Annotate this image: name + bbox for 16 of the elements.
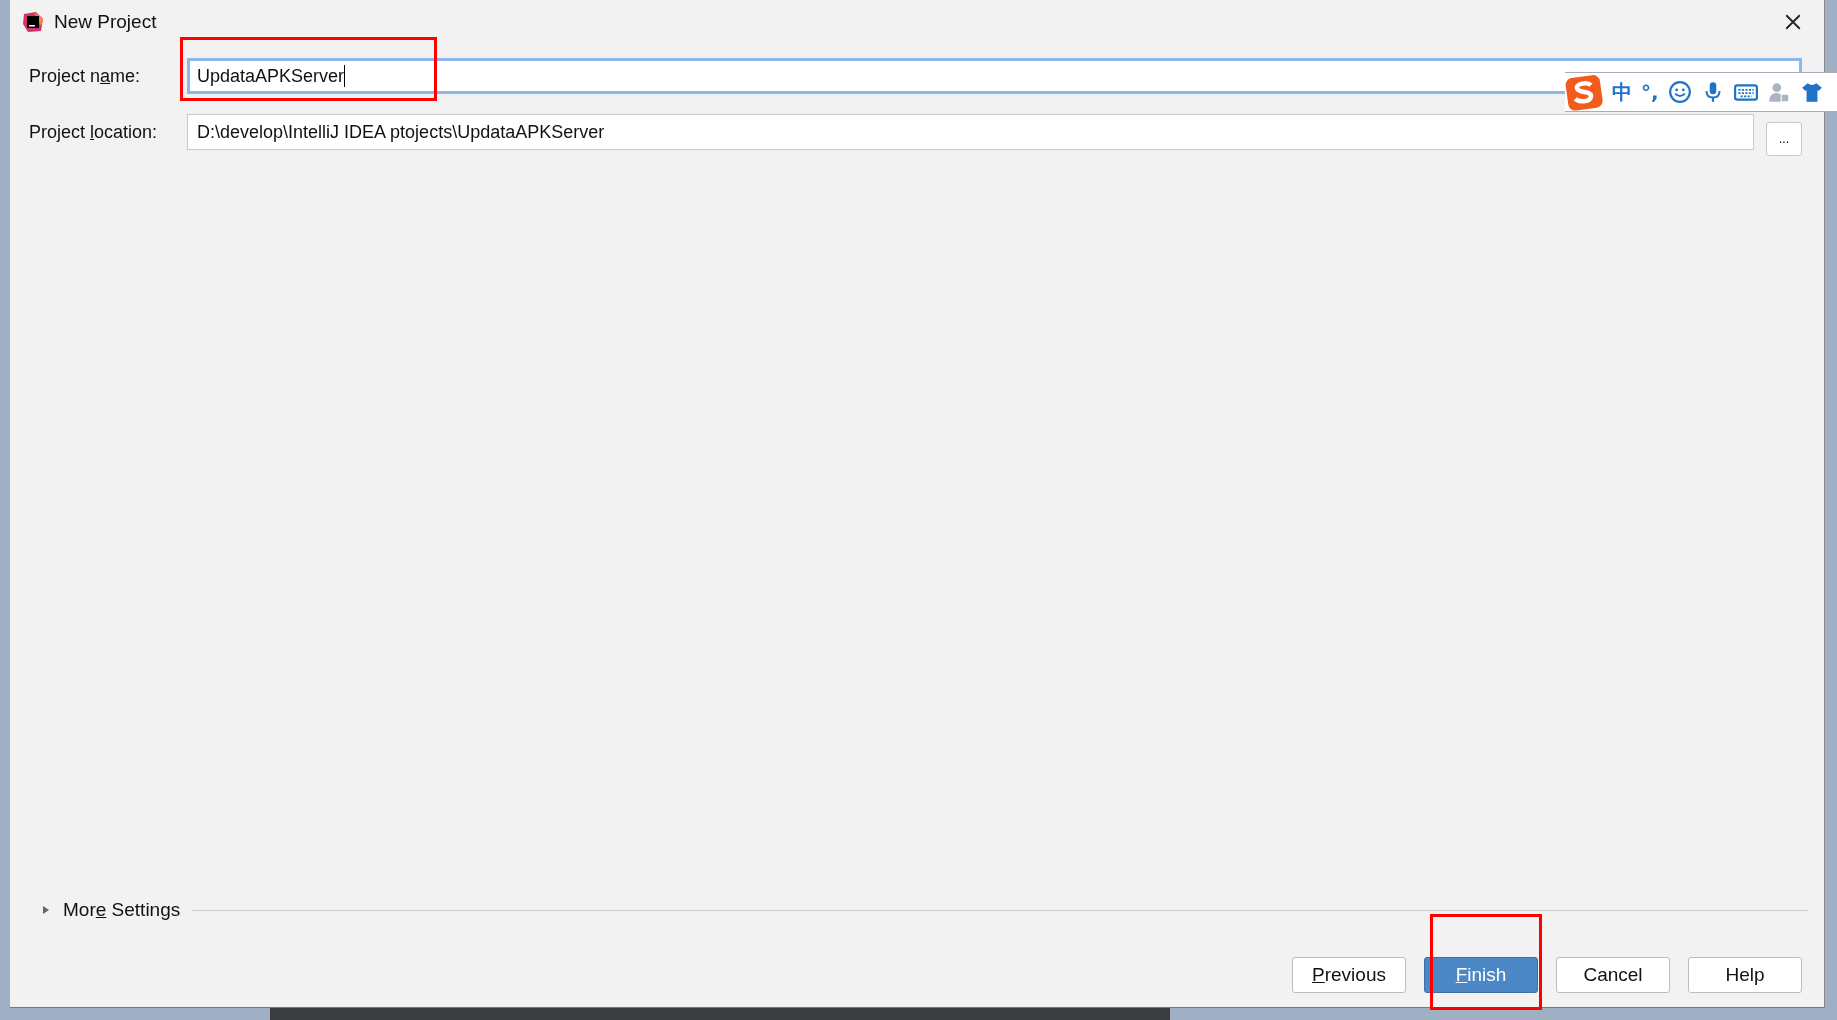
- dialog-button[interactable]: Help: [1688, 957, 1802, 993]
- app-logo-icon: [22, 11, 44, 33]
- expand-arrow-icon[interactable]: [41, 904, 51, 916]
- field-label: Project location:: [29, 121, 159, 143]
- ime-logo-icon[interactable]: [1565, 73, 1603, 111]
- close-icon[interactable]: [1784, 13, 1802, 31]
- smile-icon[interactable]: [1667, 80, 1692, 104]
- shirt-icon[interactable]: [1799, 80, 1824, 104]
- text-field[interactable]: D:\develop\IntelliJ IDEA ptojects\UpdataAPKServer: [187, 114, 1754, 150]
- field-label: Project name:: [29, 65, 142, 87]
- browse-button[interactable]: ...: [1766, 122, 1802, 156]
- dialog-button[interactable]: Cancel: [1556, 957, 1670, 993]
- more-settings-toggle[interactable]: More Settings: [63, 899, 181, 921]
- dialog-button[interactable]: Previous: [1292, 957, 1406, 993]
- dialog-button[interactable]: Finish: [1424, 957, 1538, 993]
- window-title: New Project: [54, 11, 157, 33]
